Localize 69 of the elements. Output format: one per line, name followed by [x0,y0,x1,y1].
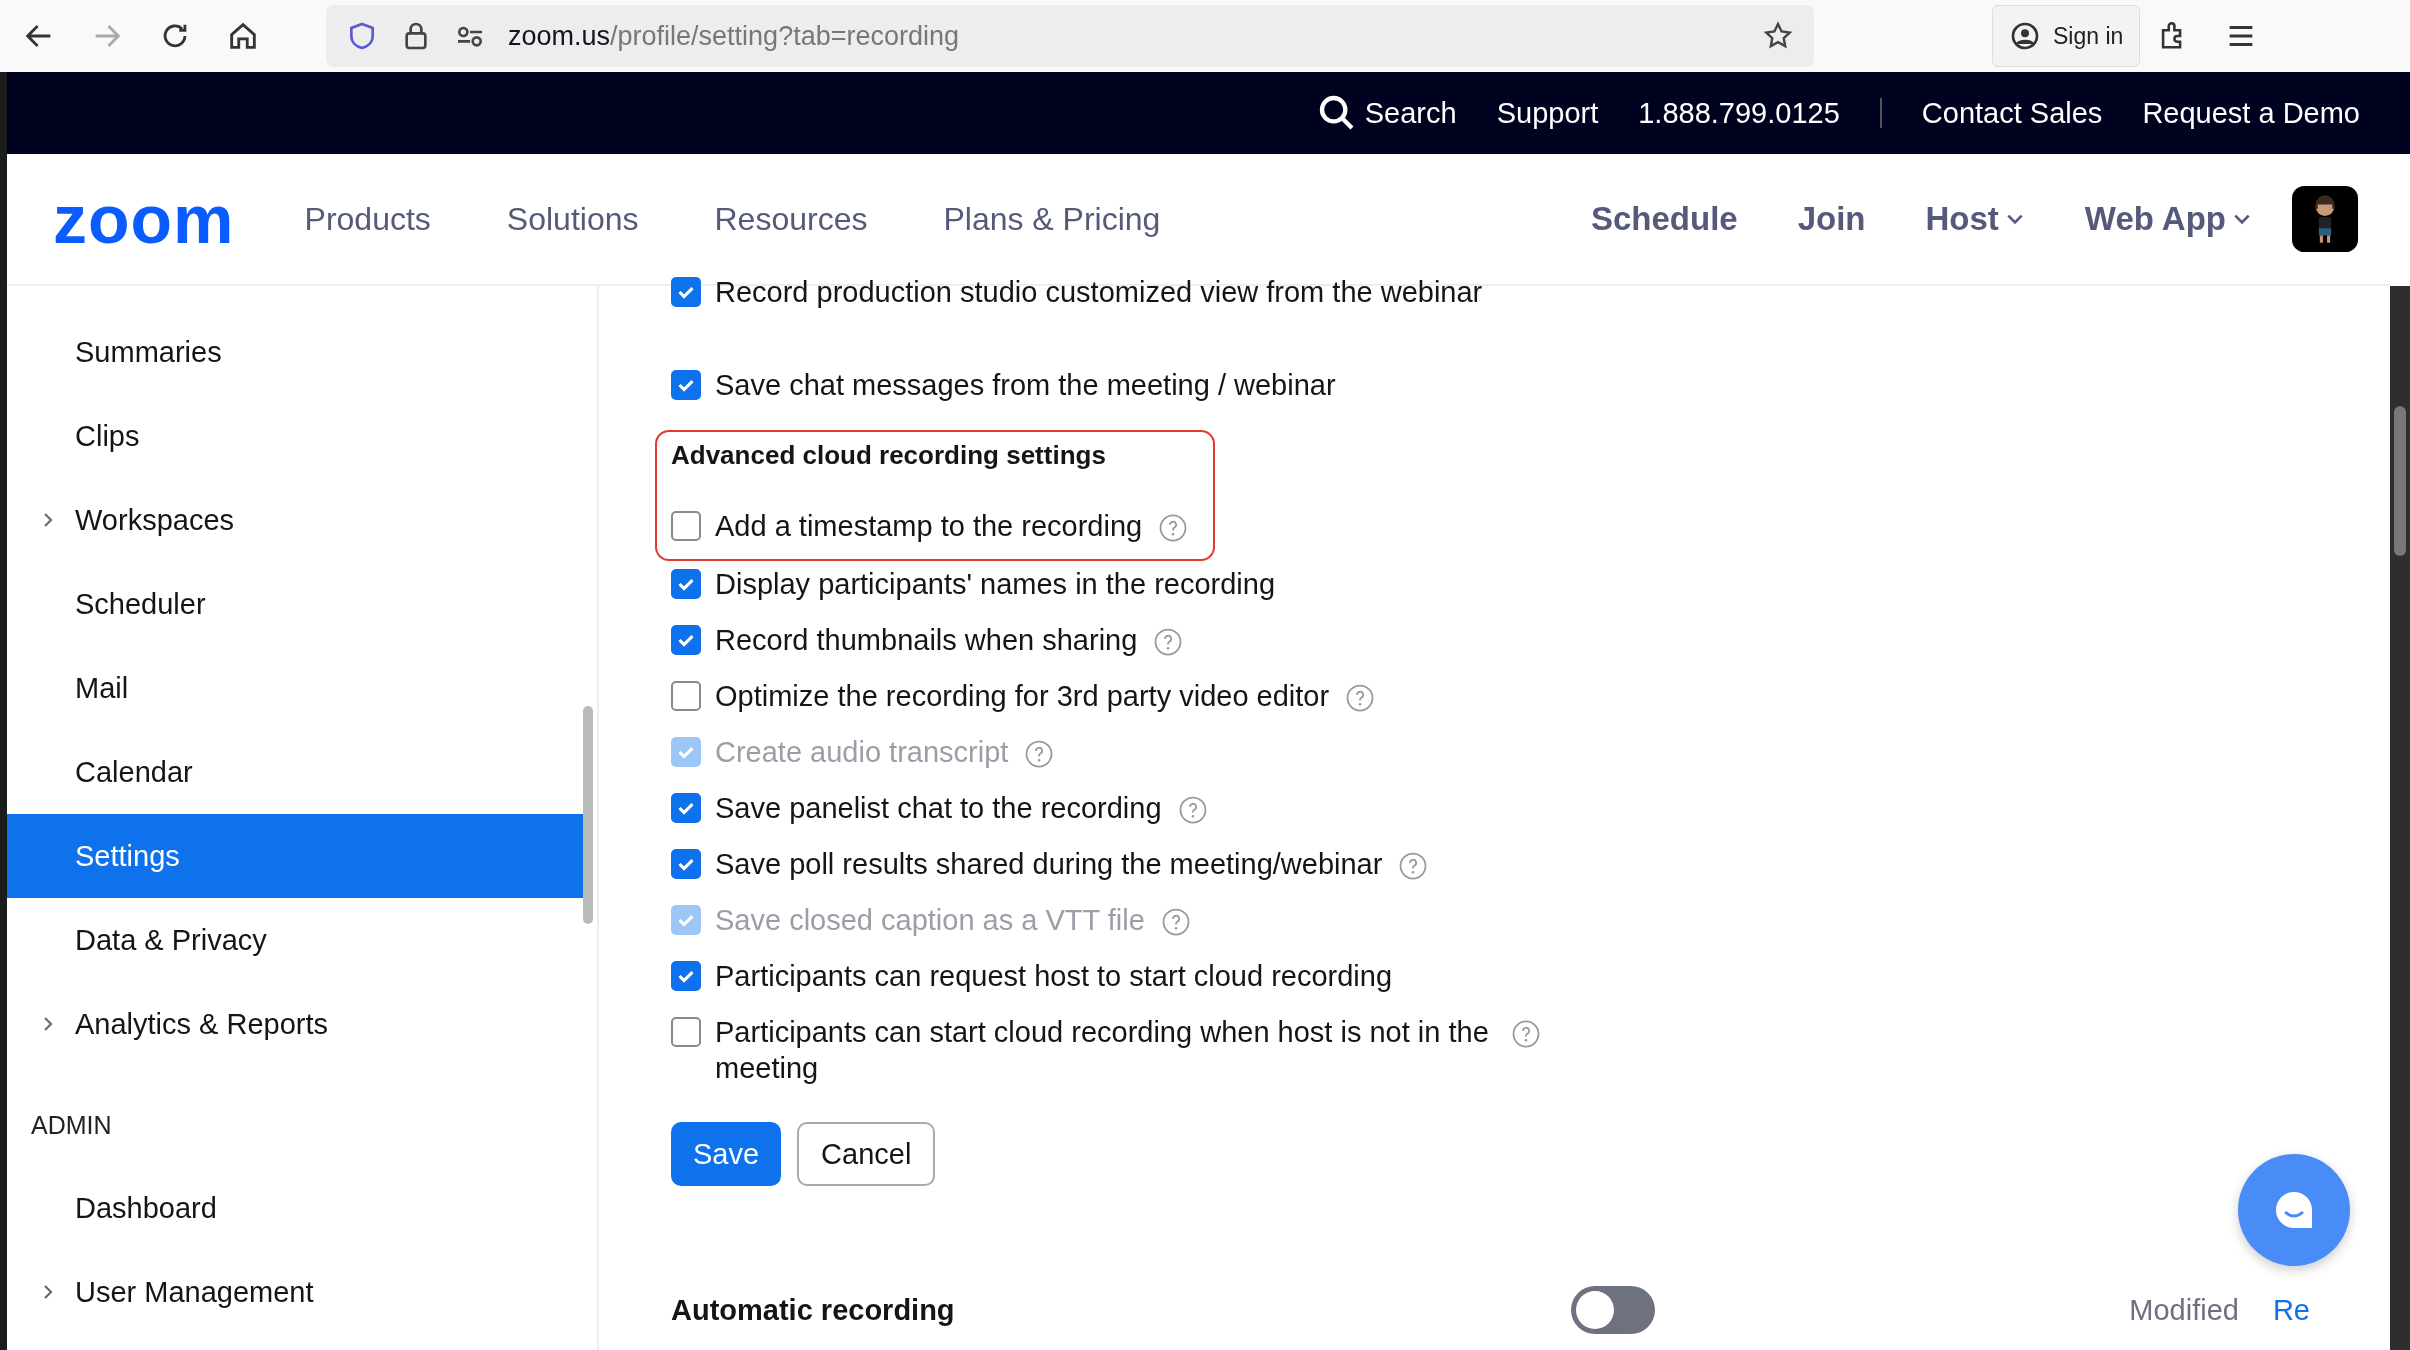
help-icon[interactable] [1153,627,1184,657]
nav-link[interactable]: Join [1797,200,1866,238]
help-icon[interactable] [1511,1019,1541,1049]
option-label: Participants can request host to start cloud recording [715,959,1393,994]
checkbox[interactable] [671,569,701,599]
option-label: Save closed caption as a VTT file [715,903,1145,938]
option-label: Record production studio customized view from the webinar [715,275,1483,310]
help-icon[interactable] [1177,795,1208,825]
sidebar-item[interactable]: Data & Privacy [7,898,583,982]
top-link[interactable]: Contact Sales [1921,96,2103,130]
checkbox[interactable] [671,1017,701,1047]
sidebar-item[interactable]: Scheduler [7,562,583,646]
sidebar-item[interactable]: Clips [7,394,583,478]
checkbox[interactable] [671,849,701,879]
reset-link[interactable]: Re [2272,1293,2310,1327]
toggle-switch[interactable] [1571,1286,1655,1334]
nav-link[interactable]: Resources [714,200,868,238]
avatar[interactable] [2292,186,2358,252]
save-button[interactable]: Save [671,1122,782,1186]
nav-link[interactable]: Solutions [506,200,639,238]
top-link[interactable]: Support [1496,96,1599,130]
checkbox[interactable] [671,961,701,991]
search-link[interactable]: Search [1316,93,1457,133]
option-label: Display participants' names in the recording [715,567,1276,602]
nav-link[interactable]: Plans & Pricing [943,200,1161,238]
sidebar-item[interactable]: Settings [7,814,583,898]
option-label: Participants can start cloud recording when host is not in the meeting [715,1015,1490,1086]
checkbox[interactable] [671,370,701,400]
checkbox[interactable] [671,511,701,541]
sidebar-item[interactable]: Workspaces [7,478,583,562]
scrollbar-thumb[interactable] [583,706,593,924]
person-icon [2009,20,2041,52]
nav-link[interactable]: Host [1925,200,2025,238]
section-label: ADMIN [30,1109,113,1141]
logo[interactable]: zoom [53,180,235,258]
checkbox[interactable] [671,277,701,307]
option-label: Save poll results shared during the meeting/webinar [715,847,1383,882]
option-label: Create audio transcript [715,735,1009,770]
nav-link[interactable]: Products [304,200,431,238]
sidebar-item[interactable]: User Management [7,1250,583,1334]
checkbox[interactable] [671,793,701,823]
top-link[interactable]: 1.888.799.0125 [1638,96,1840,130]
option-label: Record thumbnails when sharing [715,623,1138,658]
setting-title: Automatic recording [671,1293,956,1327]
help-icon[interactable] [1398,851,1429,881]
option-label: Optimize the recording for 3rd party video editor [715,679,1330,714]
address-bar[interactable]: zoom.us/profile/setting?tab=recording [326,5,1814,67]
sidebar-item[interactable]: Summaries [7,310,583,394]
nav-link[interactable]: Web App [2084,200,2252,238]
sidebar-item[interactable]: Analytics & Reports [7,982,583,1066]
scrollbar-thumb[interactable] [2394,406,2406,556]
option-label: Add a timestamp to the recording [715,509,1143,544]
top-link[interactable]: Request a Demo [2142,96,2360,130]
nav-link[interactable]: Schedule [1590,200,1738,238]
option-label: Save chat messages from the meeting / webinar [715,368,1336,403]
cancel-button[interactable]: Cancel [797,1122,936,1186]
sign-in-button[interactable]: Sign in [1992,5,2141,67]
url-text: zoom.us/profile/setting?tab=recording [508,20,961,52]
help-icon[interactable] [1345,683,1376,713]
status-text: Modified [2129,1293,2239,1327]
help-icon[interactable] [1158,513,1189,543]
option-label: Save panelist chat to the recording [715,791,1162,826]
checkbox[interactable] [671,681,701,711]
sidebar-item[interactable]: Dashboard [7,1166,583,1250]
checkbox[interactable] [671,625,701,655]
sidebar-item[interactable]: Mail [7,646,583,730]
sidebar-item[interactable]: Calendar [7,730,583,814]
chat-button[interactable] [2238,1154,2350,1266]
section-heading: Advanced cloud recording settings [671,440,1107,471]
